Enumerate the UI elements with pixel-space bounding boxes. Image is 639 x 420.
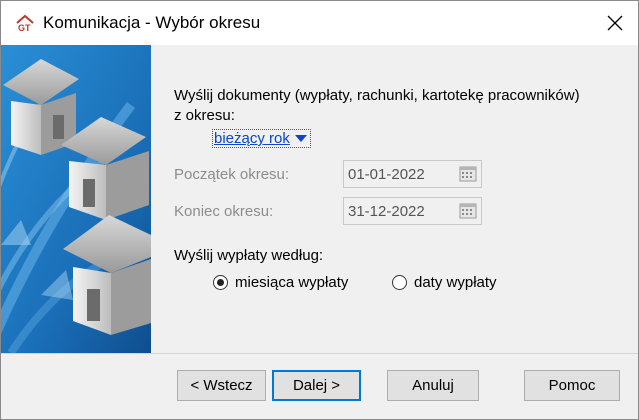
period-end-value: 31-12-2022 <box>348 202 425 220</box>
gt-logo-icon: GT <box>16 14 34 32</box>
radio-label: daty wypłaty <box>414 274 497 291</box>
radio-label: miesiąca wypłaty <box>235 274 349 291</box>
calendar-icon[interactable] <box>459 166 477 182</box>
window-title: Komunikacja - Wybór okresu <box>43 13 261 32</box>
period-label: z okresu: <box>174 107 235 124</box>
next-button[interactable]: Dalej > <box>272 370 361 401</box>
cancel-button[interactable]: Anuluj <box>387 370 479 401</box>
period-selector-dropdown[interactable]: bieżący rok <box>212 129 311 148</box>
close-button[interactable] <box>592 1 638 45</box>
button-bar: < Wstecz Dalej > Anuluj Pomoc <box>1 353 638 419</box>
title-bar: GT Komunikacja - Wybór okresu <box>1 1 638 45</box>
period-end-label: Koniec okresu: <box>174 203 274 220</box>
send-payouts-label: Wyślij wypłaty według: <box>174 247 324 264</box>
radio-payout-month[interactable]: miesiąca wypłaty <box>213 274 348 291</box>
wizard-content: Wyślij dokumenty (wypłaty, rachunki, kar… <box>151 45 638 353</box>
radio-payout-date[interactable]: daty wypłaty <box>392 274 497 291</box>
period-end-field[interactable]: 31-12-2022 <box>343 197 482 225</box>
radio-indicator-checked <box>213 275 228 290</box>
close-icon <box>607 15 623 31</box>
calendar-icon[interactable] <box>459 203 477 219</box>
back-button[interactable]: < Wstecz <box>177 370 266 401</box>
help-button[interactable]: Pomoc <box>524 370 620 401</box>
svg-text:GT: GT <box>18 23 31 32</box>
chevron-down-icon <box>294 135 307 142</box>
send-documents-label: Wyślij dokumenty (wypłaty, rachunki, kar… <box>174 87 580 104</box>
period-start-field[interactable]: 01-01-2022 <box>343 160 482 188</box>
radio-indicator <box>392 275 407 290</box>
dialog-window: GT Komunikacja - Wybór okresu Wyślij dok… <box>0 0 639 420</box>
period-selector-value: bieżący rok <box>214 130 290 147</box>
wizard-side-image <box>1 45 151 353</box>
period-start-label: Początek okresu: <box>174 166 290 183</box>
period-start-value: 01-01-2022 <box>348 165 425 183</box>
